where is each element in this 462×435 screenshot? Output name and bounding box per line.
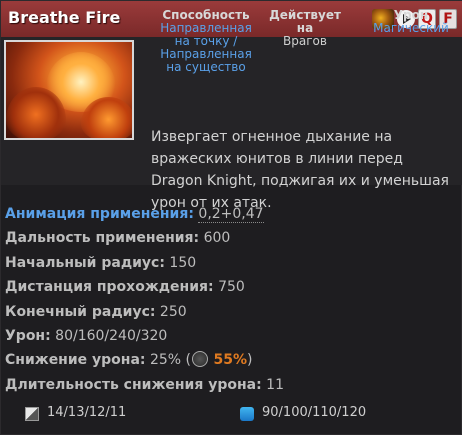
ability-description: Извергает огненное дыхание на вражеских … (151, 129, 449, 211)
ability-tooltip: Breathe Fire Q F Способность Направленна… (0, 0, 462, 435)
ability-type-column: Способность Направленная на точку / Напр… (156, 9, 256, 74)
stat-cast-point: Анимация применения: 0,2+0,47 (5, 202, 284, 226)
damage-type-column: Урон Магический (361, 9, 461, 35)
stat-label: Конечный радиус: (5, 303, 156, 320)
stat-value: 150 (169, 254, 197, 271)
stat-value: 25% ( (149, 352, 192, 369)
cooldown-value: 14/13/12/11 (47, 405, 127, 420)
stat-value: 0,2+0,47 (198, 206, 264, 223)
aghanims-shard-icon (192, 351, 209, 368)
mana-icon (240, 407, 254, 421)
affects-header: Действует на (269, 8, 341, 35)
stat-value: 250 (159, 303, 187, 320)
ability-type-value: Направленная на точку / Направленная на … (160, 21, 252, 74)
cost-bar: 14/13/12/11 90/100/110/120 (1, 401, 462, 425)
stat-value-close: ) (246, 352, 253, 369)
stat-value: 11 (266, 376, 284, 393)
affects-value: Врагов (283, 34, 327, 48)
breathe-fire-ability-icon (4, 40, 134, 140)
stat-label: Дальность применения: (5, 230, 200, 247)
stat-distance: Дистанция прохождения: 750 (5, 275, 284, 299)
stat-damage: Урон: 80/160/240/320 (5, 324, 284, 348)
ability-stats: Анимация применения: 0,2+0,47 Дальность … (5, 202, 284, 397)
stat-value: 80/160/240/320 (55, 328, 168, 345)
ability-title: Breathe Fire (8, 8, 121, 27)
stat-start-radius: Начальный радиус: 150 (5, 251, 284, 275)
damage-type-value: Магический (373, 21, 449, 35)
stat-cast-range: Дальность применения: 600 (5, 226, 284, 250)
stat-reduction-duration: Длительность снижения урона: 11 (5, 373, 284, 397)
stat-label: Снижение урона: (5, 352, 146, 369)
shard-bonus-value: 55% (213, 352, 247, 369)
stat-label: Урон: (5, 328, 51, 345)
stat-label: Дистанция прохождения: (5, 279, 214, 296)
stat-end-radius: Конечный радиус: 250 (5, 300, 284, 324)
affects-column: Действует на Врагов (259, 9, 351, 48)
cooldown-icon (25, 407, 39, 421)
stat-damage-reduction: Снижение урона: 25% ( 55%) (5, 348, 284, 372)
stat-label: Начальный радиус: (5, 254, 165, 271)
stat-value: 600 (203, 230, 231, 247)
stat-value: 750 (218, 279, 245, 296)
stat-label: Длительность снижения урона: (5, 376, 262, 393)
stat-label[interactable]: Анимация применения: (5, 206, 194, 222)
manacost-value: 90/100/110/120 (262, 405, 367, 420)
